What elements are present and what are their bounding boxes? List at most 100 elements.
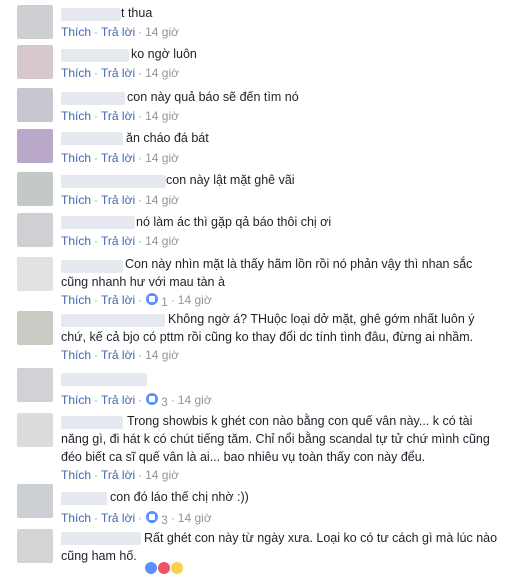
reply-link[interactable]: Trả lời xyxy=(101,393,135,407)
avatar[interactable] xyxy=(17,311,53,345)
comment-text: con này quả báo sẽ đến tìm nó xyxy=(127,90,299,104)
avatar[interactable] xyxy=(17,213,53,247)
author-name[interactable] xyxy=(61,175,166,188)
separator: · xyxy=(138,109,143,123)
author-name[interactable] xyxy=(61,8,121,21)
comment-text-line: năng gì, đi hát k có chút tiếng tăm. Chỉ… xyxy=(61,432,490,446)
comment-text: con đó láo thế chị nhờ :)) xyxy=(110,490,249,504)
separator: · xyxy=(94,293,99,307)
separator: · xyxy=(94,193,99,207)
separator: · xyxy=(94,511,99,525)
author-name[interactable] xyxy=(61,49,129,62)
separator: · xyxy=(170,511,175,525)
author-name[interactable] xyxy=(61,373,147,386)
comment-actions: Thích · Trả lời · 1 · 14 giờ xyxy=(61,292,212,309)
like-link[interactable]: Thích xyxy=(61,109,91,123)
like-link[interactable]: Thích xyxy=(61,151,91,165)
separator: · xyxy=(94,393,99,407)
author-name[interactable] xyxy=(61,314,165,327)
author-name[interactable] xyxy=(61,416,123,429)
separator: · xyxy=(94,348,99,362)
separator: · xyxy=(138,193,143,207)
separator: · xyxy=(94,151,99,165)
comment-text: nó làm ác thì gặp qả báo thôi chị ơi xyxy=(136,215,332,229)
author-name[interactable] xyxy=(61,216,135,229)
timestamp[interactable]: 14 giờ xyxy=(178,393,212,407)
comment-text-line: Con này nhìn mặt là thấy hãm lồn rồi nó … xyxy=(125,257,473,271)
reaction-icons[interactable] xyxy=(145,562,184,577)
like-link[interactable]: Thích xyxy=(61,234,91,248)
timestamp[interactable]: 14 giờ xyxy=(145,151,179,165)
avatar[interactable] xyxy=(17,129,53,163)
timestamp[interactable]: 14 giờ xyxy=(145,193,179,207)
avatar[interactable] xyxy=(17,413,53,447)
comment-actions: Thích · Trả lời · 3 · 14 giờ xyxy=(61,510,212,527)
comment-text-line: cũng ham hố. xyxy=(61,549,137,563)
timestamp[interactable]: 14 giờ xyxy=(145,109,179,123)
like-link[interactable]: Thích xyxy=(61,393,91,407)
timestamp[interactable]: 14 giờ xyxy=(178,511,212,525)
like-link[interactable]: Thích xyxy=(61,193,91,207)
separator: · xyxy=(138,393,143,407)
timestamp[interactable]: 14 giờ xyxy=(145,468,179,482)
comment-text-line: Không ngờ á? THuộc loại dở mặt, ghê gớm … xyxy=(168,312,475,326)
reply-link[interactable]: Trả lời xyxy=(101,151,135,165)
timestamp[interactable]: 14 giờ xyxy=(145,234,179,248)
comment-actions: Thích · Trả lời · 14 giờ xyxy=(61,193,179,207)
separator: · xyxy=(94,66,99,80)
avatar[interactable] xyxy=(17,5,53,39)
reply-link[interactable]: Trả lời xyxy=(101,468,135,482)
like-link[interactable]: Thích xyxy=(61,293,91,307)
reply-link[interactable]: Trả lời xyxy=(101,234,135,248)
separator: · xyxy=(138,293,143,307)
avatar[interactable] xyxy=(17,368,53,402)
reply-link[interactable]: Trả lời xyxy=(101,511,135,525)
timestamp[interactable]: 14 giờ xyxy=(178,293,212,307)
timestamp[interactable]: 14 giờ xyxy=(145,348,179,362)
avatar[interactable] xyxy=(17,257,53,291)
reaction-count[interactable]: 3 xyxy=(145,392,168,409)
reply-link[interactable]: Trả lời xyxy=(101,109,135,123)
separator: · xyxy=(138,468,143,482)
reaction-count[interactable]: 1 xyxy=(145,292,168,309)
author-name[interactable] xyxy=(61,92,125,105)
reply-link[interactable]: Trả lời xyxy=(101,293,135,307)
comment-text: con này lật mặt ghê vãi xyxy=(166,173,295,187)
like-link[interactable]: Thích xyxy=(61,66,91,80)
avatar[interactable] xyxy=(17,45,53,79)
like-link[interactable]: Thích xyxy=(61,468,91,482)
avatar[interactable] xyxy=(17,484,53,518)
like-link[interactable]: Thích xyxy=(61,511,91,525)
reaction-number: 1 xyxy=(161,295,168,309)
separator: · xyxy=(138,348,143,362)
reply-link[interactable]: Trả lời xyxy=(101,348,135,362)
timestamp[interactable]: 14 giờ xyxy=(145,66,179,80)
comment-actions: Thích · Trả lời · 14 giờ xyxy=(61,234,179,248)
comment-actions: Thích · Trả lời · 3 · 14 giờ xyxy=(61,392,212,409)
reply-link[interactable]: Trả lời xyxy=(101,193,135,207)
comment-actions: Thích · Trả lời · 14 giờ xyxy=(61,66,179,80)
like-link[interactable]: Thích xyxy=(61,348,91,362)
comment-text-line: Rất ghét con này từ ngày xưa. Loại ko có… xyxy=(144,531,498,545)
reply-link[interactable]: Trả lời xyxy=(101,66,135,80)
separator: · xyxy=(94,109,99,123)
reaction-count[interactable]: 3 xyxy=(145,510,168,527)
reply-link[interactable]: Trả lời xyxy=(101,25,135,39)
avatar[interactable] xyxy=(17,88,53,122)
author-name[interactable] xyxy=(61,492,107,505)
comment-actions: Thích · Trả lời · 14 giờ xyxy=(61,348,179,362)
like-link[interactable]: Thích xyxy=(61,25,91,39)
comment-text-line: chứ, kế cả bjo có pttm rồi cũng ko thay … xyxy=(61,330,474,344)
haha-reaction-icon xyxy=(171,562,183,574)
like-reaction-icon xyxy=(145,510,160,524)
avatar[interactable] xyxy=(17,529,53,563)
like-reaction-icon xyxy=(145,562,157,574)
separator: · xyxy=(170,393,175,407)
separator: · xyxy=(170,293,175,307)
avatar[interactable] xyxy=(17,172,53,206)
author-name[interactable] xyxy=(61,260,123,273)
author-name[interactable] xyxy=(61,132,123,145)
timestamp[interactable]: 14 giờ xyxy=(145,25,179,39)
author-name[interactable] xyxy=(61,532,141,545)
separator: · xyxy=(138,66,143,80)
